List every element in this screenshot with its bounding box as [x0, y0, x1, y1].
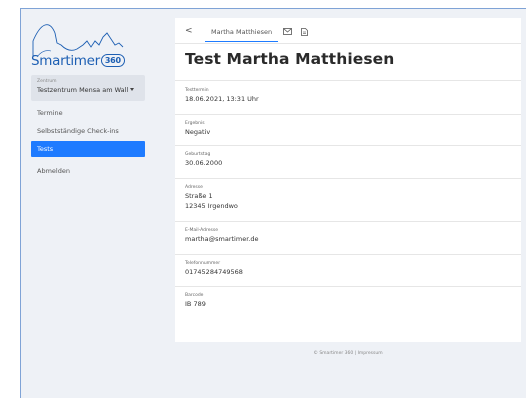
back-button[interactable]: < [185, 24, 195, 42]
divider [175, 114, 521, 115]
field-label: Ergebnis [185, 121, 205, 126]
field-label: Geburtstag [185, 152, 211, 157]
app-logo[interactable]: Smartimer 360 [31, 19, 141, 75]
sidebar-item-checkins[interactable]: Selbstständige Check-ins [31, 123, 145, 139]
center-select-text: Testzentrum Mensa am Wall [37, 86, 129, 94]
sidebar-item-tests[interactable]: Tests [31, 141, 145, 157]
divider [175, 286, 521, 287]
logo-text: Smartimer [31, 53, 100, 69]
field-value: martha@smartimer.de [185, 235, 259, 243]
test-detail-card: < Martha Matthiesen Test Martha Matthies… [175, 18, 521, 342]
field-label: Barcode [185, 293, 204, 298]
field-telefon: Telefonnummer 01745284749568 [185, 260, 511, 277]
sidebar-item-termine[interactable]: Termine [31, 105, 145, 121]
field-label: Telefonnummer [185, 261, 221, 266]
center-select-label: Zentrum [37, 79, 57, 84]
footer[interactable]: © Smartimer 360 | Impressum [175, 351, 521, 356]
field-testtermin: Testtermin 18.06.2021, 13:31 Uhr [185, 87, 511, 104]
sidebar: Smartimer 360 Zentrum Testzentrum Mensa a… [21, 9, 151, 398]
tab-document[interactable] [301, 24, 311, 42]
field-barcode: Barcode IB 789 [185, 292, 511, 309]
tab-divider [175, 43, 521, 44]
field-ergebnis: Ergebnis Negativ [185, 120, 511, 137]
field-geburtstag: Geburtstag 30.06.2000 [185, 151, 511, 168]
field-value-line2: 12345 Irgendwo [185, 202, 238, 210]
divider [175, 80, 521, 81]
field-adresse: Adresse Straße 1 12345 Irgendwo [185, 184, 511, 211]
center-select-value: Testzentrum Mensa am Wall [37, 85, 139, 95]
center-select[interactable]: Zentrum Testzentrum Mensa am Wall [31, 75, 145, 101]
field-label: Testtermin [185, 88, 209, 93]
app-frame: Smartimer 360 Zentrum Testzentrum Mensa a… [20, 8, 526, 398]
logo-wordmark: Smartimer 360 [31, 53, 125, 69]
field-value: 01745284749568 [185, 268, 243, 276]
field-value-line1: Straße 1 [185, 192, 213, 200]
tab-person-name[interactable]: Martha Matthiesen [205, 24, 279, 42]
divider [175, 254, 521, 255]
sidebar-item-logout[interactable]: Abmelden [31, 163, 145, 179]
page-title: Test Martha Matthiesen [185, 50, 395, 68]
tab-mail[interactable] [283, 24, 295, 42]
divider [175, 178, 521, 179]
document-icon [301, 28, 308, 36]
field-value: IB 789 [185, 300, 206, 308]
field-value: 18.06.2021, 13:31 Uhr [185, 95, 259, 103]
caret-down-icon [130, 88, 135, 91]
field-value: 30.06.2000 [185, 159, 223, 167]
divider [175, 145, 521, 146]
mail-icon [283, 28, 292, 35]
logo-badge: 360 [100, 54, 125, 67]
sidebar-nav: Termine Selbstständige Check-ins Tests A… [31, 105, 145, 181]
field-email: E-Mail-Adresse martha@smartimer.de [185, 227, 511, 244]
field-label: Adresse [185, 185, 203, 190]
divider [175, 221, 521, 222]
field-value: Negativ [185, 128, 211, 136]
field-label: E-Mail-Adresse [185, 228, 218, 233]
